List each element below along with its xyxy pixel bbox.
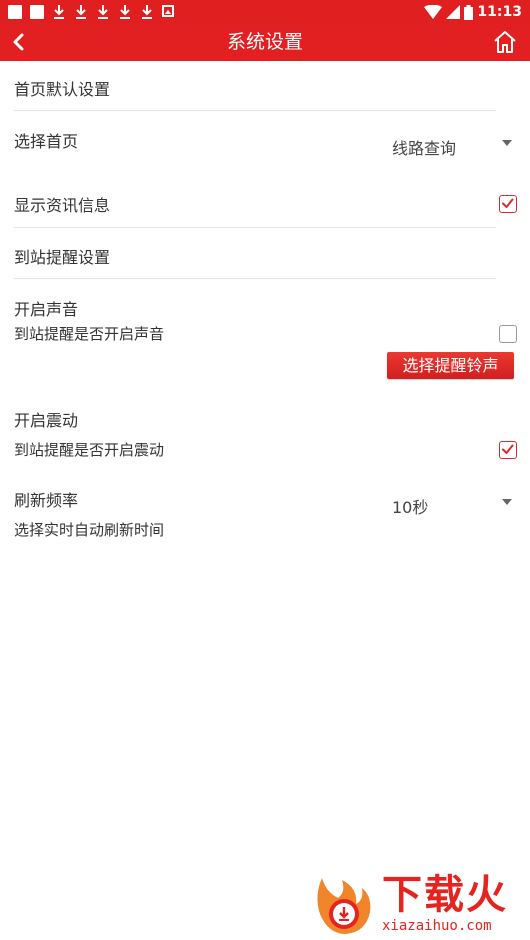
divider [14,278,496,279]
download-icon [52,4,66,20]
vibrate-checkbox[interactable] [499,441,517,459]
check-icon [502,444,514,454]
vibrate-label: 开启震动 [14,411,79,430]
image-icon [162,4,176,20]
vibrate-description: 到站提醒是否开启震动 [14,441,165,459]
section-home-default: 首页默认设置 [14,80,111,99]
sound-checkbox[interactable] [499,325,517,343]
chevron-down-icon [502,499,512,505]
battery-icon [464,4,474,20]
refresh-value: 10秒 [392,498,429,517]
clock: 11:13 [477,4,522,20]
refresh-label: 刷新频率 [14,491,79,510]
section-arrival-reminder: 到站提醒设置 [14,248,111,267]
divider [14,110,496,111]
chevron-down-icon [502,140,512,146]
choose-ringtone-button[interactable]: 选择提醒铃声 [387,352,514,379]
watermark: 下载火 xiazaihuo.com [312,872,524,936]
sound-description: 到站提醒是否开启声音 [14,325,165,343]
check-icon [502,198,514,208]
wifi-icon [424,5,443,19]
select-home-label: 选择首页 [14,132,79,151]
watermark-url: xiazaihuo.com [382,918,492,934]
status-bar: 11:13 [0,0,530,24]
flame-logo-icon [312,874,374,936]
sound-label: 开启声音 [14,300,79,319]
refresh-description: 选择实时自动刷新时间 [14,521,165,539]
download-icon [74,4,88,20]
home-icon[interactable] [492,29,518,55]
page-title: 系统设置 [226,31,303,53]
signal-icon [446,5,461,19]
system-status: 11:13 [424,3,522,21]
square-icon [30,5,44,19]
select-home-value: 线路查询 [392,139,457,158]
square-icon [8,5,22,19]
divider [14,227,496,228]
download-icon [140,4,154,20]
app-bar: 系统设置 [0,24,530,61]
watermark-brand: 下载火 [382,872,508,918]
show-news-checkbox[interactable] [499,195,517,213]
download-icon [118,4,132,20]
download-icon [96,4,110,20]
notification-icons [8,4,176,20]
show-news-label: 显示资讯信息 [14,196,111,215]
